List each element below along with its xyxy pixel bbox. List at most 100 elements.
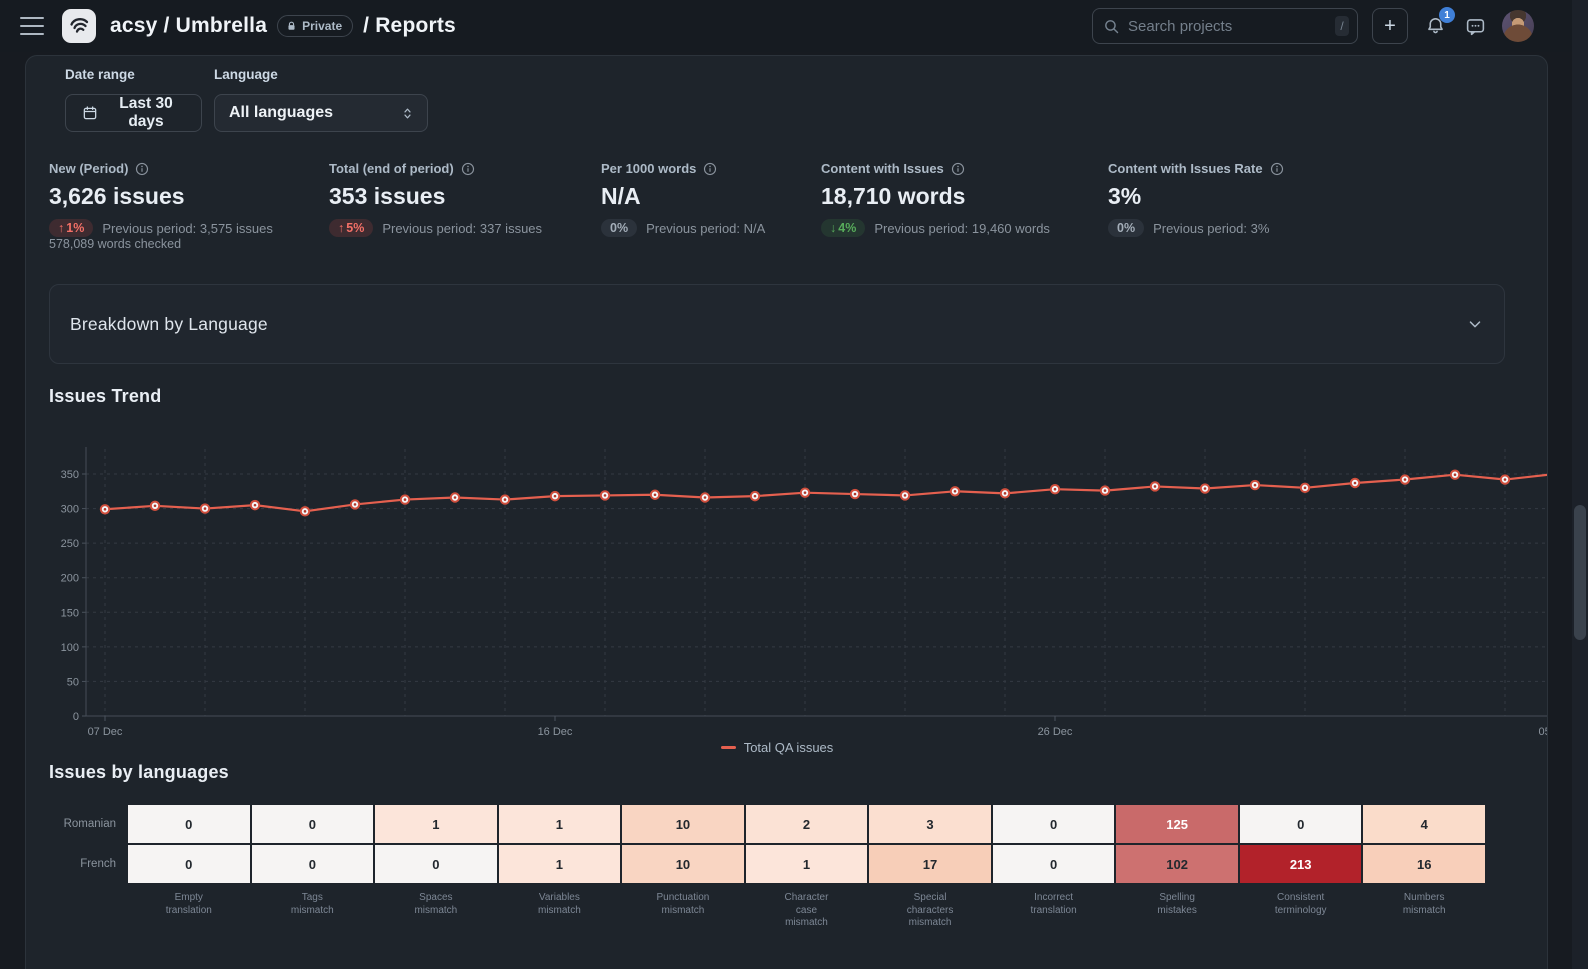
heatmap-cell[interactable]: 2 (746, 805, 868, 843)
issues-trend-chart: 05010015020025030035007 Dec16 Dec26 Dec0… (49, 439, 1548, 739)
heatmap-cell[interactable]: 1 (499, 805, 621, 843)
heatmap-cell[interactable]: 16 (1363, 845, 1485, 883)
stat-value: 353 issues (329, 183, 542, 210)
stat-new-period: New (Period) 3,626 issues ↑1% Previous p… (49, 161, 273, 237)
change-badge: 0% (1108, 219, 1144, 237)
info-icon[interactable] (951, 162, 965, 176)
legend-swatch (721, 746, 736, 749)
words-checked-footnote: 578,089 words checked (49, 237, 181, 251)
heatmap-cell[interactable]: 4 (1363, 805, 1485, 843)
visibility-badge: Private (277, 15, 353, 37)
logo-glyph (67, 14, 91, 38)
scrollbar-track[interactable] (1572, 0, 1588, 969)
svg-text:300: 300 (61, 504, 79, 516)
heatmap-row-label: Romanian (41, 805, 126, 843)
language-select[interactable]: All languages (214, 94, 428, 132)
heatmap-cell[interactable]: 1 (499, 845, 621, 883)
chart-legend: Total QA issues (49, 740, 1505, 755)
scrollbar-thumb[interactable] (1574, 505, 1586, 640)
trend-line-svg: 05010015020025030035007 Dec16 Dec26 Dec0… (49, 439, 1548, 739)
svg-text:250: 250 (61, 538, 79, 550)
notifications-button[interactable]: 1 (1422, 13, 1448, 39)
heatmap-cell[interactable]: 1 (746, 845, 868, 883)
heatmap-column-label: Empty translation (128, 885, 250, 930)
svg-text:50: 50 (67, 676, 79, 688)
legend-label: Total QA issues (744, 740, 834, 755)
stat-total-end-of-period: Total (end of period) 353 issues ↑5% Pre… (329, 161, 542, 237)
search-box[interactable]: / (1092, 8, 1358, 44)
user-avatar[interactable] (1502, 10, 1534, 42)
visibility-badge-label: Private (302, 19, 342, 33)
previous-period-text: Previous period: 3% (1153, 221, 1269, 236)
svg-text:26 Dec: 26 Dec (1038, 726, 1073, 738)
heatmap-cell[interactable]: 0 (252, 845, 374, 883)
heatmap-column-label: Spelling mistakes (1116, 885, 1238, 930)
heatmap-column-label: Punctuation mismatch (622, 885, 744, 930)
search-icon (1103, 18, 1120, 35)
calendar-icon (82, 105, 98, 121)
svg-text:150: 150 (61, 607, 79, 619)
heatmap-cell[interactable]: 1 (375, 805, 497, 843)
heatmap-cell[interactable]: 10 (622, 805, 744, 843)
heatmap-cell[interactable]: 102 (1116, 845, 1238, 883)
stat-value: 3,626 issues (49, 183, 273, 210)
heatmap-cell[interactable]: 0 (252, 805, 374, 843)
stat-value: 18,710 words (821, 183, 1050, 210)
heatmap-column-label: Tags mismatch (252, 885, 374, 930)
heatmap-cell[interactable]: 17 (869, 845, 991, 883)
change-badge: ↑1% (49, 219, 93, 237)
stat-label: Total (end of period) (329, 161, 454, 176)
heatmap-column-label: Spaces mismatch (375, 885, 497, 930)
breakdown-by-language-panel[interactable]: Breakdown by Language (49, 284, 1505, 364)
heatmap-row: French000110117010221316 (41, 845, 1485, 883)
chevron-down-icon (1466, 315, 1484, 333)
svg-text:350: 350 (61, 469, 79, 481)
date-range-label: Date range (65, 67, 135, 82)
stat-label: Per 1000 words (601, 161, 696, 176)
info-icon[interactable] (703, 162, 717, 176)
chat-bubble-icon (1465, 16, 1486, 37)
top-nav: acsy / Umbrella Private / Reports / + 1 (0, 0, 1588, 52)
heatmap-cell[interactable]: 0 (1240, 805, 1362, 843)
svg-text:0: 0 (73, 711, 79, 723)
breakdown-panel-title: Breakdown by Language (70, 314, 268, 335)
issues-by-languages-title: Issues by languages (49, 762, 229, 783)
heatmap-cell[interactable]: 0 (128, 805, 250, 843)
date-range-button[interactable]: Last 30 days (65, 94, 202, 132)
feedback-button[interactable] (1462, 13, 1488, 39)
heatmap-column-labels: Empty translationTags mismatchSpaces mis… (41, 885, 1485, 930)
heatmap-cell[interactable]: 0 (993, 845, 1115, 883)
issues-by-languages-heatmap: Romanian00111023012504French000110117010… (41, 805, 1485, 930)
heatmap-cell[interactable]: 3 (869, 805, 991, 843)
stat-content-with-issues: Content with Issues 18,710 words ↓4% Pre… (821, 161, 1050, 237)
stat-per-1000-words: Per 1000 words N/A 0% Previous period: N… (601, 161, 765, 237)
heatmap-column-label: Incorrect translation (993, 885, 1115, 930)
previous-period-text: Previous period: N/A (646, 221, 765, 236)
breadcrumb-section: / Reports (363, 14, 456, 38)
heatmap-cell[interactable]: 213 (1240, 845, 1362, 883)
heatmap-cell[interactable]: 10 (622, 845, 744, 883)
stat-content-with-issues-rate: Content with Issues Rate 3% 0% Previous … (1108, 161, 1284, 237)
lock-icon (286, 20, 297, 32)
heatmap-cell[interactable]: 0 (993, 805, 1115, 843)
svg-text:07 Dec: 07 Dec (88, 726, 123, 738)
heatmap-cell[interactable]: 0 (128, 845, 250, 883)
heatmap-cell[interactable]: 125 (1116, 805, 1238, 843)
issues-trend-title: Issues Trend (49, 386, 161, 407)
heatmap-column-label: Special characters mismatch (869, 885, 991, 930)
change-badge: ↓4% (821, 219, 865, 237)
stat-label: Content with Issues (821, 161, 944, 176)
info-icon[interactable] (135, 162, 149, 176)
search-input[interactable] (1128, 18, 1327, 35)
hamburger-menu-icon[interactable] (20, 17, 44, 35)
breadcrumb-project[interactable]: acsy / Umbrella (110, 14, 267, 38)
info-icon[interactable] (461, 162, 475, 176)
create-new-button[interactable]: + (1372, 8, 1408, 44)
svg-text:05 Jan: 05 Jan (1538, 726, 1548, 738)
info-icon[interactable] (1270, 162, 1284, 176)
heatmap-cell[interactable]: 0 (375, 845, 497, 883)
previous-period-text: Previous period: 3,575 issues (102, 221, 273, 236)
svg-text:200: 200 (61, 573, 79, 585)
svg-text:16 Dec: 16 Dec (538, 726, 573, 738)
app-logo[interactable] (62, 9, 96, 43)
